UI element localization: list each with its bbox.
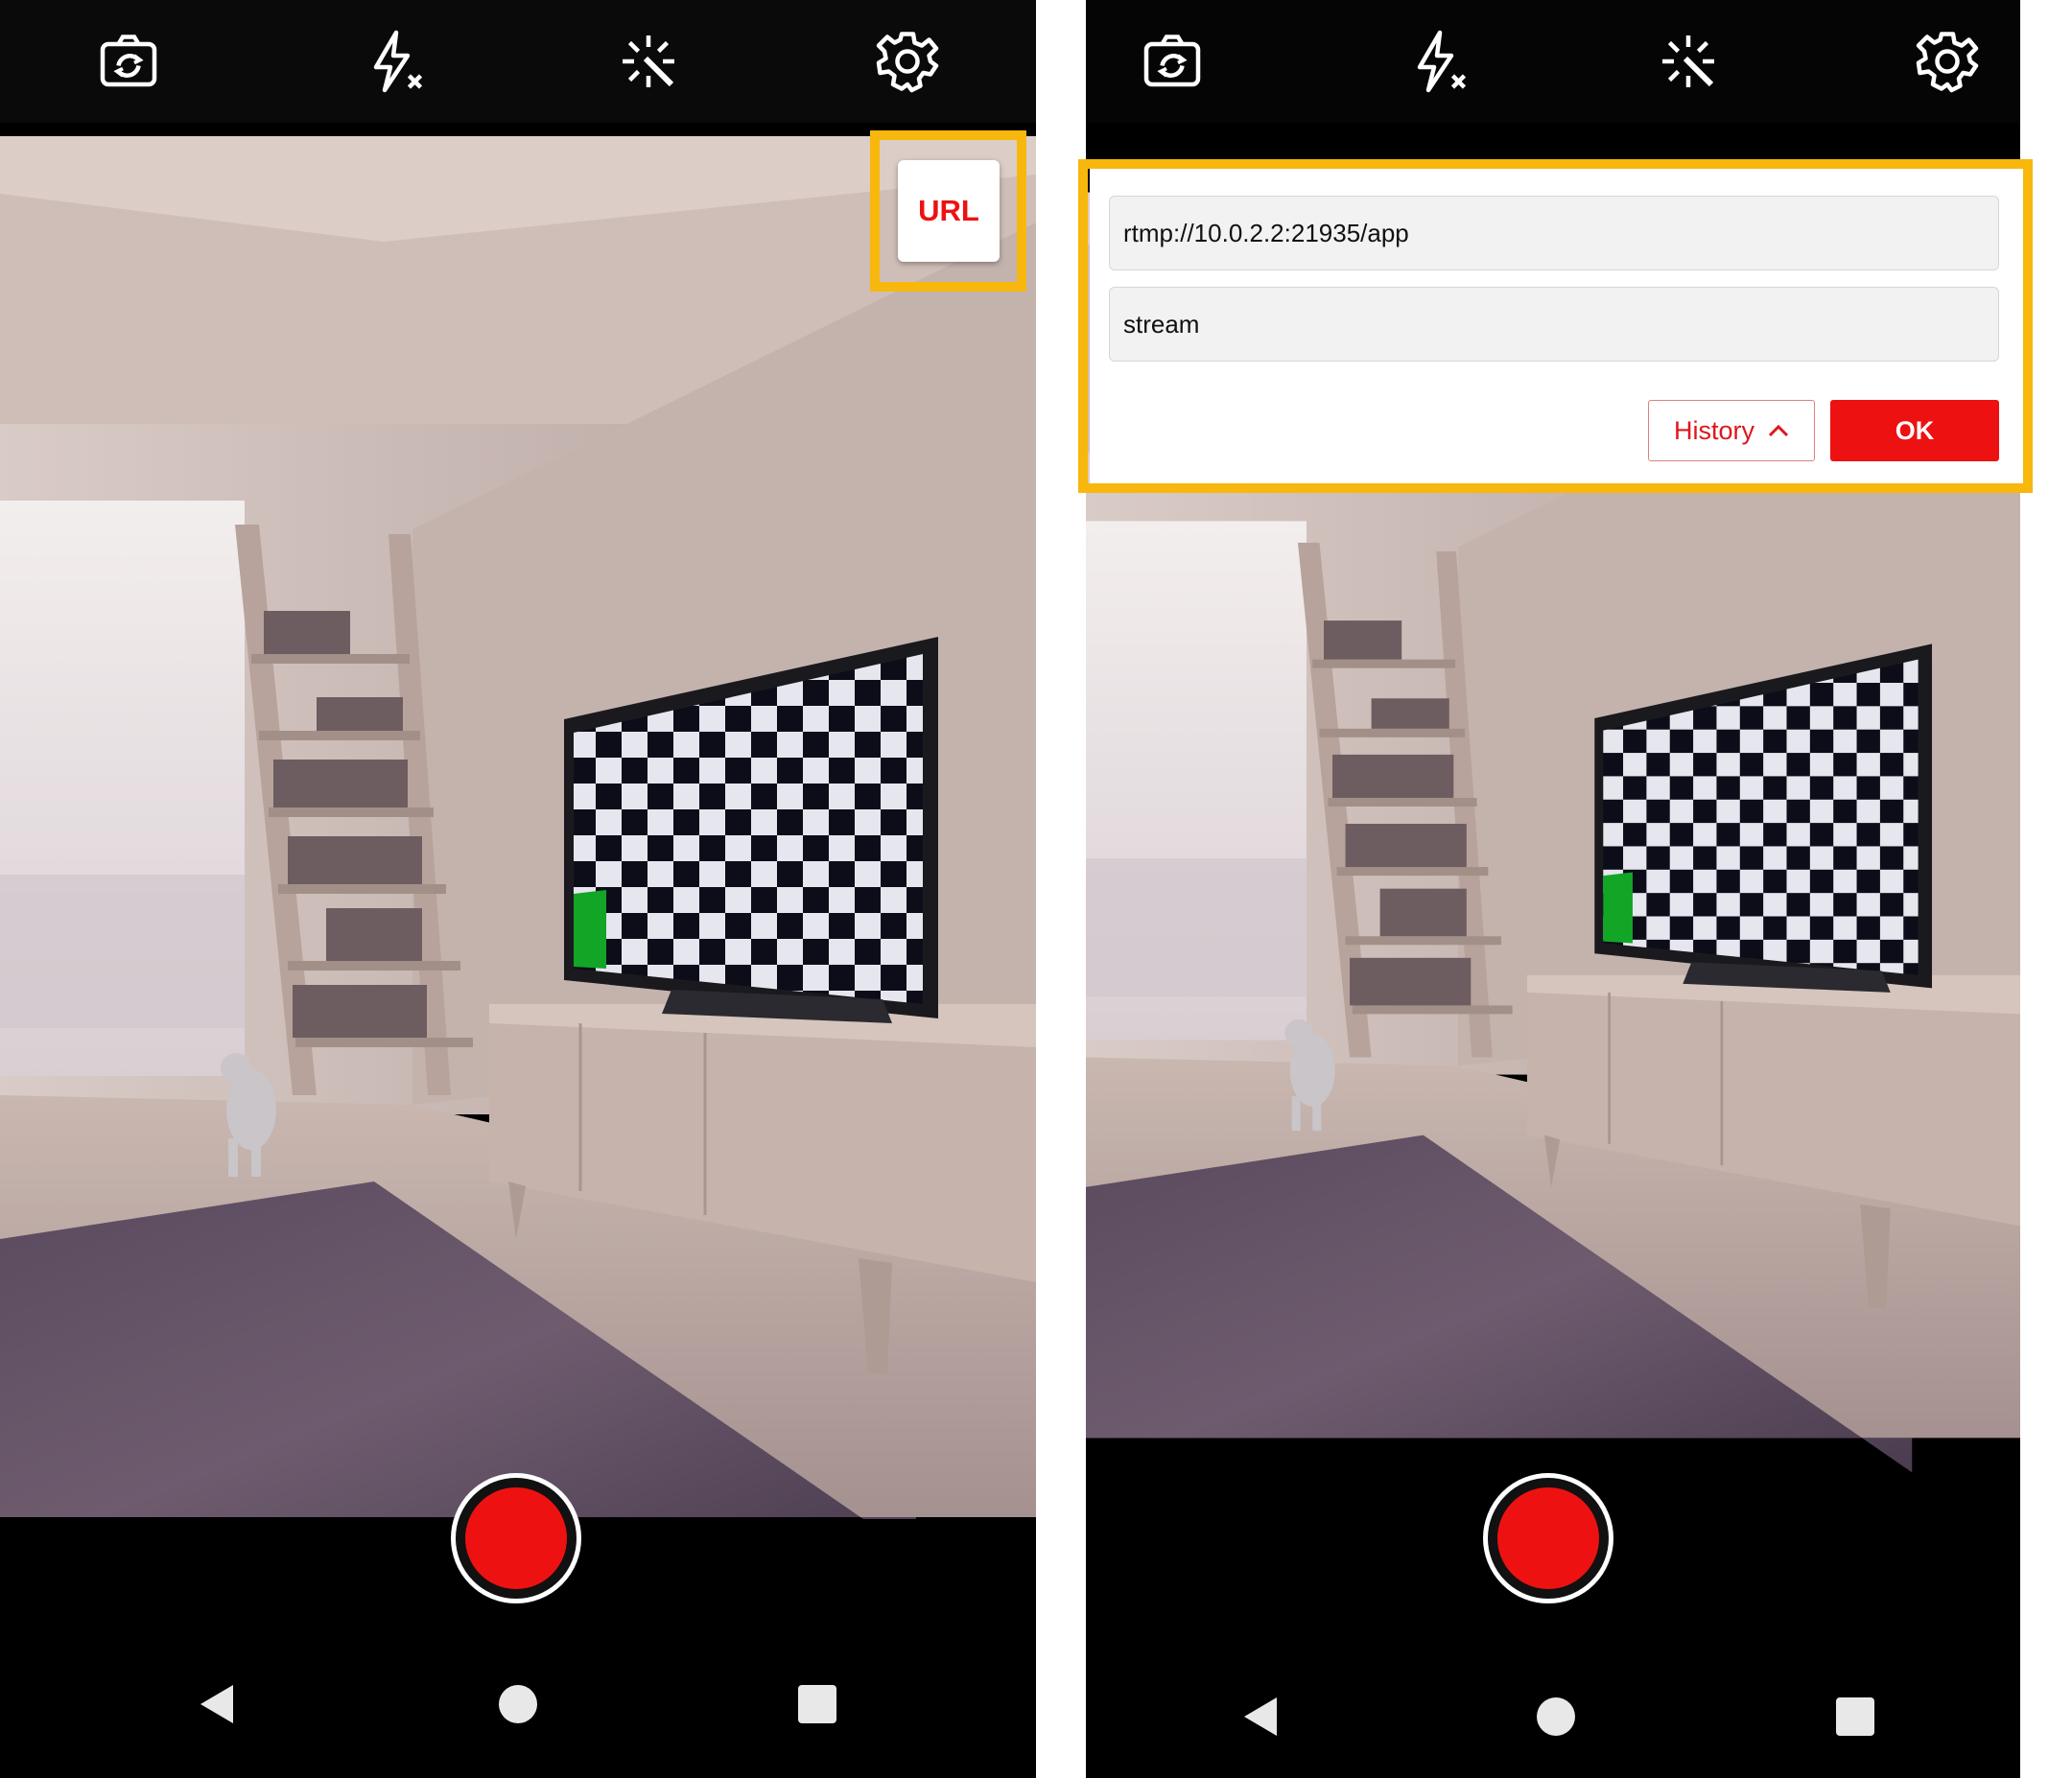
camera-toolbar [1086,0,2020,123]
recents-icon[interactable] [1832,1694,1878,1740]
system-navbar [1086,1655,2020,1778]
back-icon[interactable] [195,1681,241,1727]
effects-icon[interactable] [614,27,683,96]
flash-off-icon[interactable] [1402,27,1472,96]
camera-toolbar [0,0,1036,123]
record-button[interactable] [1483,1473,1613,1603]
url-dialog-highlight [1078,159,2033,493]
recents-icon[interactable] [794,1681,840,1727]
back-icon[interactable] [1238,1694,1284,1740]
record-button[interactable] [451,1473,581,1603]
settings-icon[interactable] [1913,27,1982,96]
camera-preview [0,134,1036,1519]
system-navbar [0,1630,1036,1778]
switch-camera-icon[interactable] [1138,27,1207,96]
effects-icon[interactable] [1654,27,1723,96]
settings-icon[interactable] [873,27,942,96]
flash-off-icon[interactable] [359,27,428,96]
url-button-highlight [870,130,1026,292]
home-icon[interactable] [1533,1694,1579,1740]
switch-camera-icon[interactable] [94,27,163,96]
home-icon[interactable] [495,1681,541,1727]
